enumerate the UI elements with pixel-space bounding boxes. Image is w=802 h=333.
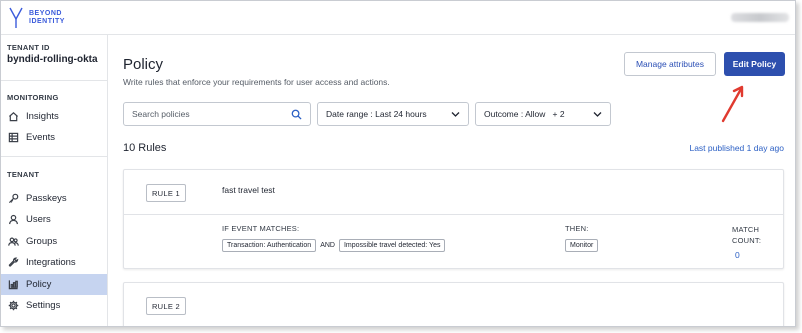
condition-row: Transaction: Authentication AND Impossib… [222,239,446,252]
groups-icon [7,236,19,248]
condition-chip: Impossible travel detected: Yes [338,239,446,252]
sidebar-item-integrations[interactable]: Integrations [1,252,107,273]
policy-icon [7,279,19,291]
tenant-section-label: TENANT [7,170,40,179]
outcome-select[interactable]: Outcome : Allow + 2 [475,102,611,126]
gear-icon [7,300,19,312]
rules-count: 10 Rules [123,142,167,154]
user-menu-blurred[interactable] [731,13,789,22]
wrench-icon [7,257,19,269]
main-content: Policy Write rules that enforce your req… [109,35,795,326]
sidebar-item-label: Passkeys [26,193,67,204]
match-count-label: MATCH COUNT: [732,225,762,245]
sidebar-divider [1,80,108,81]
logo-line-2: IDENTITY [29,18,65,25]
tenant-id-value: byndid-rolling-okta [7,54,98,65]
sidebar-item-label: Integrations [26,257,76,268]
rule-tag: RULE 2 [146,297,186,315]
sidebar-item-groups[interactable]: Groups [1,231,107,252]
chevron-down-icon [451,112,460,117]
search-icon[interactable] [291,109,302,120]
sidebar-item-label: Groups [26,236,58,247]
and-operator: AND [320,242,335,249]
match-count-value[interactable]: 0 [735,250,740,260]
sidebar-item-label: Events [26,132,56,143]
beyond-identity-logo[interactable]: BEYOND IDENTITY [9,7,65,29]
rule-divider [124,214,783,215]
sidebar-item-events[interactable]: Events [1,127,107,148]
home-icon [7,111,19,123]
table-icon [7,132,19,144]
user-icon [7,214,19,226]
logo-mark-icon [9,7,23,28]
manage-attributes-button[interactable]: Manage attributes [624,52,716,76]
date-range-value: Date range : Last 24 hours [326,109,427,119]
search-input[interactable]: Search policies [123,102,311,126]
outcome-value: Outcome : Allow + 2 [484,109,565,119]
sidebar-item-settings[interactable]: Settings [1,295,107,316]
sidebar-item-passkeys[interactable]: Passkeys [1,188,107,209]
sidebar-item-label: Users [26,214,51,225]
page-subtitle: Write rules that enforce your requiremen… [123,77,390,87]
annotation-arrow-icon [721,85,744,123]
rule-card[interactable]: RULE 2 [123,282,784,326]
sidebar-item-label: Settings [26,300,61,311]
logo-line-1: BEYOND [29,10,62,17]
rule-name: fast travel test [222,185,275,195]
sidebar-item-insights[interactable]: Insights [1,106,107,127]
sidebar-item-users[interactable]: Users [1,209,107,230]
logo-text: BEYOND IDENTITY [29,10,65,26]
sidebar-item-label: Policy [26,279,52,290]
monitoring-section-label: MONITORING [7,93,59,102]
chevron-down-icon [593,112,602,117]
condition-chip: Transaction: Authentication [222,239,317,252]
sidebar-item-label: Insights [26,111,59,122]
sidebar: TENANT ID byndid-rolling-okta MONITORING… [1,35,108,326]
sidebar-divider [1,156,108,157]
page-title: Policy [123,56,164,73]
if-event-matches-label: IF EVENT MATCHES: [222,224,300,233]
app-window: BEYOND IDENTITY TENANT ID byndid-rolling… [0,0,796,327]
search-placeholder: Search policies [132,109,190,119]
tenant-id-label: TENANT ID [7,43,50,52]
rule-card[interactable]: RULE 1 fast travel test IF EVENT MATCHES… [123,169,784,269]
edit-policy-button[interactable]: Edit Policy [724,52,785,76]
top-bar: BEYOND IDENTITY [1,1,795,35]
then-label: THEN: [565,224,589,233]
key-icon [7,193,19,205]
last-published-link[interactable]: Last published 1 day ago [689,143,784,153]
sidebar-item-policy[interactable]: Policy [1,274,107,295]
then-action-chip: Monitor [565,239,599,252]
rule-tag: RULE 1 [146,184,186,202]
date-range-select[interactable]: Date range : Last 24 hours [317,102,469,126]
